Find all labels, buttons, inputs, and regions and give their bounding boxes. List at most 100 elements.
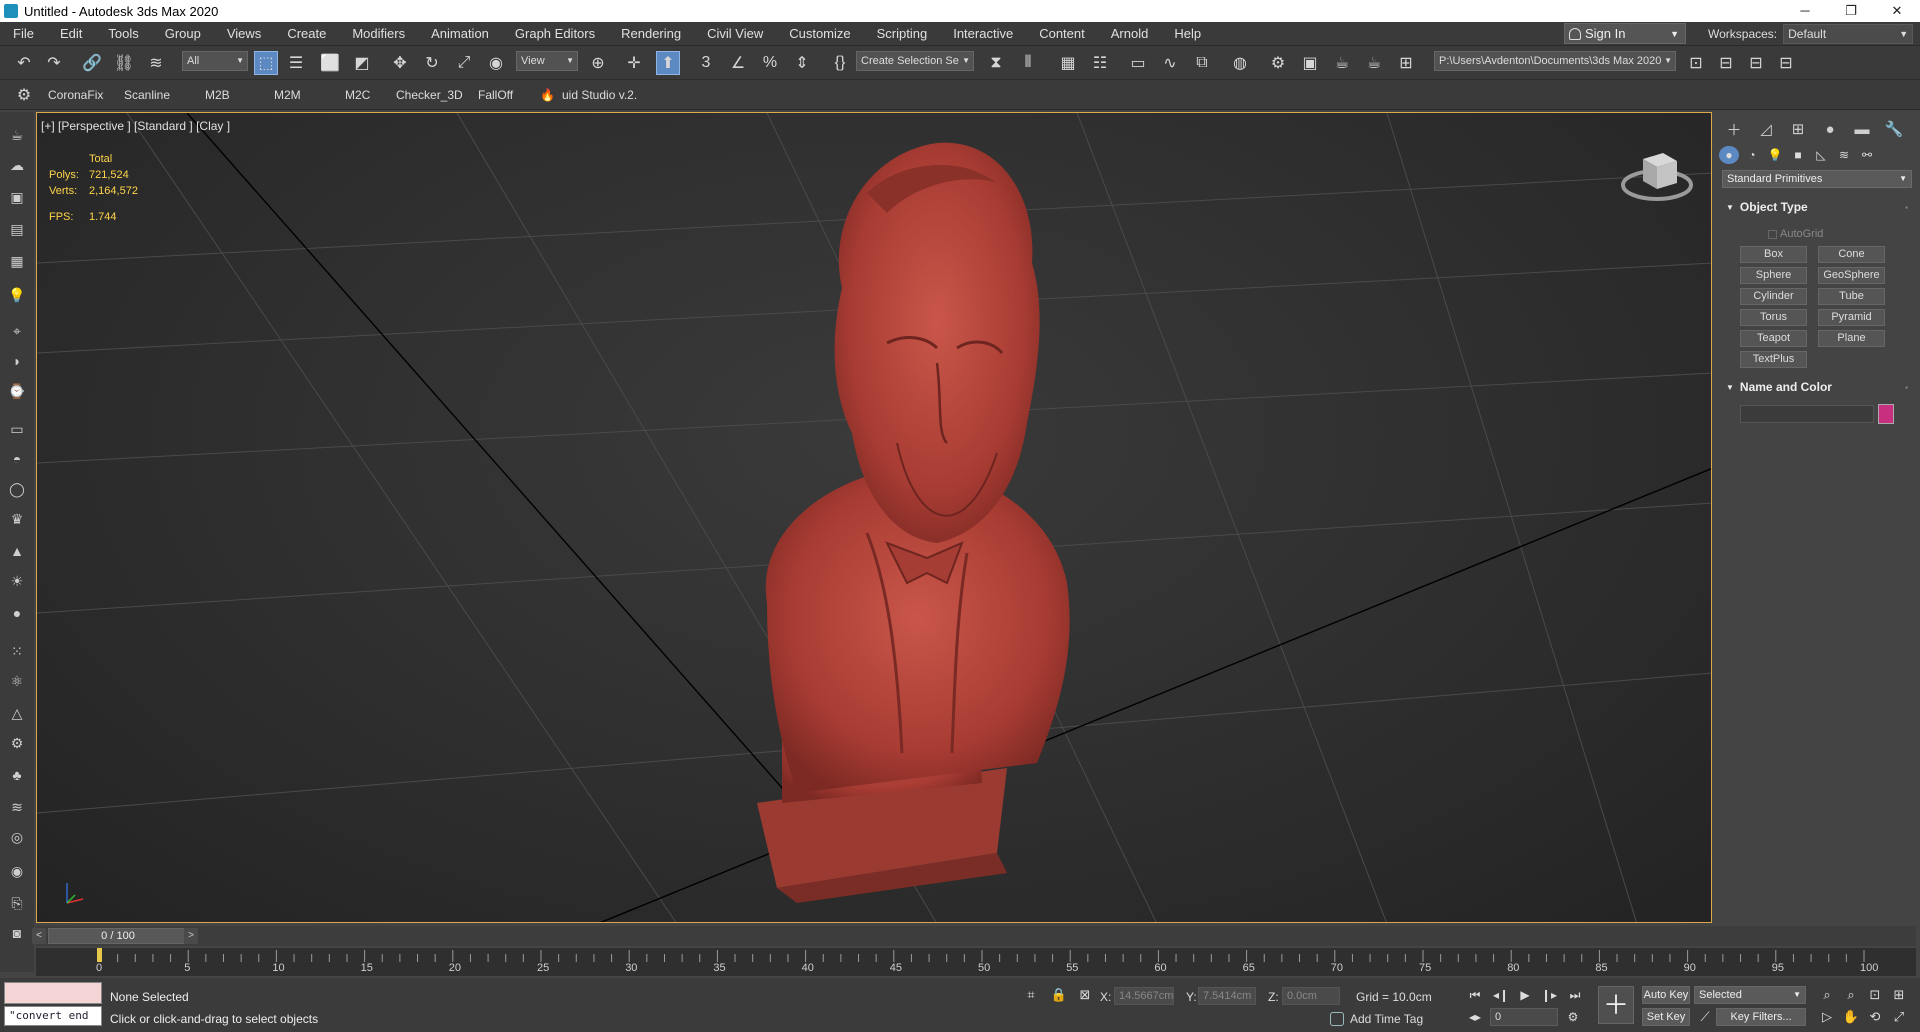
box-button[interactable]: Box xyxy=(1740,246,1807,263)
cameras-icon[interactable]: ■ xyxy=(1788,146,1808,164)
key-tangent-icon[interactable]: ⟋ xyxy=(1696,1008,1714,1026)
camera-icon[interactable]: ⌖ xyxy=(6,320,28,342)
time-slider-prev[interactable]: < xyxy=(32,928,46,944)
angle-snap-icon[interactable]: ∠ xyxy=(726,51,750,75)
pyramid-button[interactable]: Pyramid xyxy=(1818,309,1885,326)
align-icon[interactable]: ⫴ xyxy=(1016,51,1040,75)
move-icon[interactable]: ✥ xyxy=(388,51,412,75)
table-icon[interactable]: ▦ xyxy=(6,250,28,272)
molecule-icon[interactable]: ⚛ xyxy=(6,670,28,692)
zoom-icon[interactable]: ⌕ xyxy=(1818,986,1836,1004)
menu-create[interactable]: Create xyxy=(274,22,339,46)
placement-icon[interactable]: ◉ xyxy=(484,51,508,75)
snaps-toggle-icon[interactable]: 3 xyxy=(694,51,718,75)
shelf-gear-icon[interactable]: ⚙ xyxy=(12,83,36,107)
project-path-dropdown[interactable]: P:\Users\Avdenton\Documents\3ds Max 2020… xyxy=(1434,51,1676,71)
image-icon[interactable]: ▣ xyxy=(6,186,28,208)
modify-tab-icon[interactable]: ◿ xyxy=(1752,118,1780,140)
z-coordinate-field[interactable]: 0.0cm xyxy=(1282,987,1340,1005)
layer-explorer-icon[interactable]: ☷ xyxy=(1088,51,1112,75)
menu-civil-view[interactable]: Civil View xyxy=(694,22,776,46)
menu-help[interactable]: Help xyxy=(1161,22,1214,46)
menu-modifiers[interactable]: Modifiers xyxy=(339,22,418,46)
motion-tab-icon[interactable]: ● xyxy=(1816,118,1844,140)
menu-edit[interactable]: Edit xyxy=(47,22,95,46)
mirror-icon[interactable]: ⧗ xyxy=(984,51,1008,75)
time-slider-next[interactable]: > xyxy=(184,928,198,944)
menu-animation[interactable]: Animation xyxy=(418,22,502,46)
object-name-field[interactable] xyxy=(1740,405,1874,423)
zoom-extents-icon[interactable]: ⊡ xyxy=(1866,986,1884,1004)
lincoln-bust-model[interactable] xyxy=(637,113,1117,923)
auto-key-button[interactable]: Auto Key xyxy=(1642,986,1690,1004)
key-set-dropdown[interactable]: Selected ▼ xyxy=(1694,986,1806,1004)
shelf-falloff[interactable]: FallOff xyxy=(478,88,513,102)
textplus-button[interactable]: TextPlus xyxy=(1740,351,1807,368)
globe-icon[interactable]: ◉ xyxy=(6,860,28,882)
keyboard-shortcut-override-icon[interactable]: ⬆ xyxy=(656,51,680,75)
y-coordinate-field[interactable]: 7.5414cm xyxy=(1198,987,1256,1005)
undo-icon[interactable]: ↶ xyxy=(12,51,36,75)
add-time-tag-button[interactable]: Add Time Tag xyxy=(1330,1012,1423,1026)
curve-editor-icon[interactable]: ∿ xyxy=(1158,51,1182,75)
close-button[interactable]: ✕ xyxy=(1874,0,1920,22)
shapes-icon[interactable]: ◔ xyxy=(1742,146,1762,164)
object-type-rollout[interactable]: ▼ Object Type ▪ xyxy=(1722,198,1912,216)
render-in-cloud-icon[interactable]: ⊞ xyxy=(1394,51,1418,75)
viewcube[interactable] xyxy=(1617,141,1697,211)
shelf-m2m[interactable]: M2M xyxy=(274,88,301,102)
display-tab-icon[interactable]: ▬ xyxy=(1848,118,1876,140)
next-frame-icon[interactable]: ❙▸ xyxy=(1540,986,1558,1004)
viewport-label[interactable]: [+] [Perspective ] [Standard ] [Clay ] xyxy=(41,119,230,133)
go-to-start-icon[interactable]: ⏮ xyxy=(1466,986,1484,1004)
shelf-fluid-studio[interactable]: uid Studio v.2. xyxy=(562,88,637,102)
menu-group[interactable]: Group xyxy=(152,22,214,46)
toggle-ribbon-icon[interactable]: ▭ xyxy=(1126,51,1150,75)
unlink-icon[interactable]: ⛓ xyxy=(112,51,136,75)
maxscript-listener-input[interactable] xyxy=(4,982,102,1004)
hierarchy-tab-icon[interactable]: ⊞ xyxy=(1784,118,1812,140)
disc-icon[interactable]: ● xyxy=(6,602,28,624)
percent-snap-icon[interactable]: % xyxy=(758,51,782,75)
shelf-scanline[interactable]: Scanline xyxy=(124,88,170,102)
scene-explorer-icon[interactable]: ▦ xyxy=(1056,51,1080,75)
current-frame-field[interactable]: 0 xyxy=(1490,1008,1558,1026)
select-manipulate-icon[interactable]: ✛ xyxy=(622,51,646,75)
sun-icon[interactable]: ☀ xyxy=(6,570,28,592)
go-to-end-icon[interactable]: ⏭ xyxy=(1566,986,1584,1004)
selection-filter-dropdown[interactable]: All ▼ xyxy=(182,51,248,71)
named-selection-dropdown[interactable]: Create Selection Se ▼ xyxy=(856,51,974,71)
shelf-m2b[interactable]: M2B xyxy=(205,88,230,102)
reference-coordinate-dropdown[interactable]: View ▼ xyxy=(516,51,578,71)
render-tile-icon[interactable]: ◙ xyxy=(6,922,28,944)
teapot-button[interactable]: Teapot xyxy=(1740,330,1807,347)
project-folder-icon[interactable]: ⊡ xyxy=(1684,51,1708,75)
select-object-icon[interactable]: ⬚ xyxy=(254,51,278,75)
zoom-extents-all-icon[interactable]: ⊞ xyxy=(1890,986,1908,1004)
workspace-icon-2[interactable]: ⊟ xyxy=(1744,51,1768,75)
cloud-icon[interactable]: ☁ xyxy=(6,154,28,176)
pivot-center-icon[interactable]: ⊕ xyxy=(586,51,610,75)
key-filters-button[interactable]: Key Filters... xyxy=(1716,1008,1806,1026)
minimize-button[interactable]: ─ xyxy=(1782,0,1828,22)
cone-icon[interactable]: ▲ xyxy=(6,540,28,562)
x-coordinate-field[interactable]: 14.5667cm xyxy=(1114,987,1174,1005)
geosphere-button[interactable]: GeoSphere xyxy=(1818,267,1885,284)
shelf-m2c[interactable]: M2C xyxy=(345,88,370,102)
wrap-icon[interactable]: ◎ xyxy=(6,826,28,848)
menu-arnold[interactable]: Arnold xyxy=(1098,22,1162,46)
redo-icon[interactable]: ↷ xyxy=(42,51,66,75)
primitive-category-dropdown[interactable]: Standard Primitives ▼ xyxy=(1722,170,1912,188)
menu-views[interactable]: Views xyxy=(214,22,274,46)
tetra-icon[interactable]: △ xyxy=(6,702,28,724)
bind-space-warp-icon[interactable]: ≋ xyxy=(144,51,168,75)
schematic-view-icon[interactable]: ⧉ xyxy=(1190,51,1214,75)
space-warps-icon[interactable]: ≋ xyxy=(1834,146,1854,164)
maximize-viewport-icon[interactable]: ⤢ xyxy=(1890,1008,1908,1026)
restore-button[interactable]: ❐ xyxy=(1828,0,1874,22)
menu-scripting[interactable]: Scripting xyxy=(864,22,941,46)
zoom-all-icon[interactable]: ⌕ xyxy=(1842,986,1860,1004)
script-icon[interactable]: ⎘ xyxy=(6,892,28,914)
lights-icon[interactable]: 💡 xyxy=(1765,146,1785,164)
pan-icon[interactable]: ✋ xyxy=(1842,1008,1860,1026)
